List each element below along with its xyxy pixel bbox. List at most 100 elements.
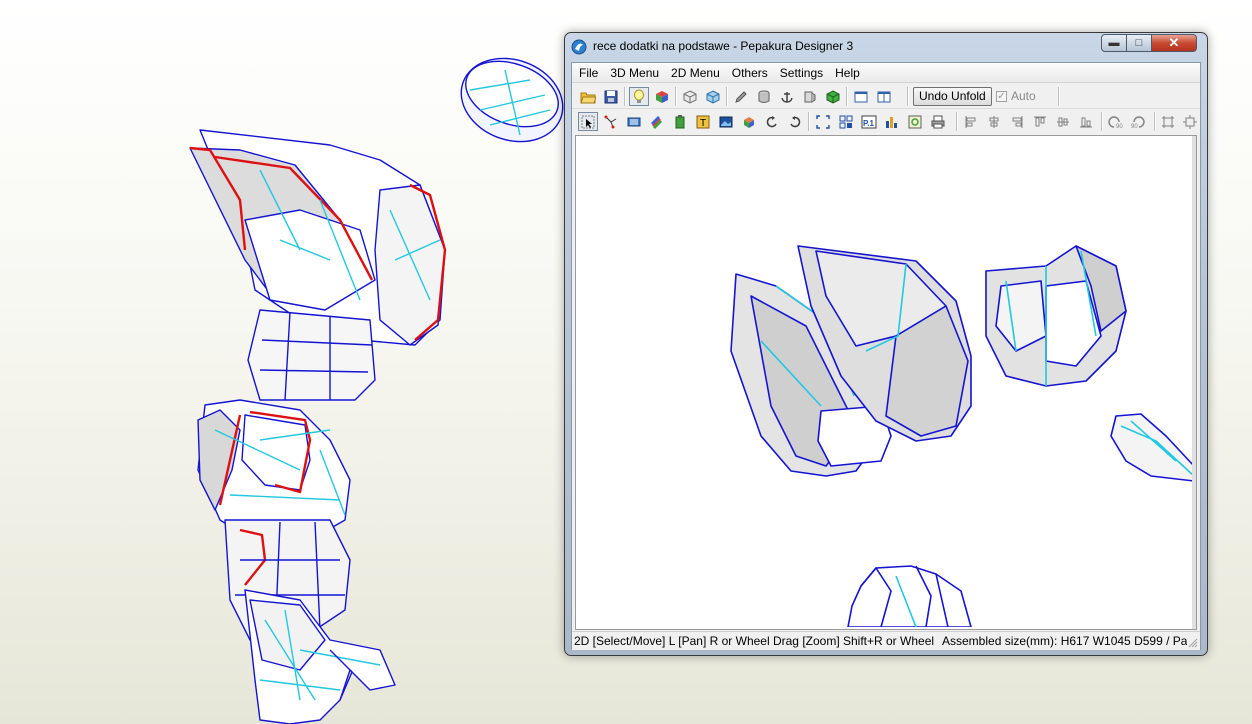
pepakura-app-icon (571, 39, 587, 55)
color-pencil-icon (651, 115, 662, 129)
undo-unfold-button[interactable]: Undo Unfold (913, 87, 992, 106)
flap-icon (804, 91, 816, 102)
maximize-icon: □ (1135, 37, 1143, 49)
pepakura-window: rece dodatki na podstawe - Pepakura Desi… (564, 32, 1208, 656)
align-middle-button[interactable] (1053, 112, 1073, 131)
svg-text:P.1: P.1 (863, 119, 875, 128)
color-pencil-tool[interactable] (647, 112, 667, 131)
maximize-button[interactable]: □ (1126, 34, 1152, 52)
fit-view-button[interactable] (813, 112, 833, 131)
svg-text:90: 90 (1116, 124, 1123, 129)
tile-button[interactable] (836, 112, 856, 131)
menu-3d[interactable]: 3D Menu (604, 64, 665, 82)
arm-model (189, 57, 564, 724)
rotate-90-ccw-button[interactable]: 90 (1106, 112, 1126, 131)
battery-tool[interactable] (670, 112, 690, 131)
align-top-icon (1034, 116, 1046, 126)
edge-join-tool[interactable] (601, 112, 621, 131)
cylinder-button[interactable] (754, 87, 774, 106)
align-right-button[interactable] (1007, 112, 1027, 131)
status-size-text: Assembled size(mm): H617 W1045 D599 / Pa… (942, 634, 1187, 648)
close-button[interactable]: ✕ (1151, 34, 1197, 52)
page-p1-icon: P.1 (861, 115, 877, 128)
stats-button[interactable] (882, 112, 902, 131)
flap-button[interactable] (800, 87, 820, 106)
page-button[interactable]: P.1 (859, 112, 879, 131)
close-icon: ✕ (1168, 35, 1180, 50)
tools-toolbar: T P.1 90 90 (572, 109, 1200, 134)
show-model-button[interactable] (680, 87, 700, 106)
pencil-edit-icon (735, 90, 747, 103)
anchor-button[interactable] (777, 87, 797, 106)
light-toggle-button[interactable] (629, 87, 649, 106)
rotate-cw-icon (790, 115, 801, 127)
menu-2d[interactable]: 2D Menu (665, 64, 726, 82)
show-texture-button[interactable] (703, 87, 723, 106)
menu-file[interactable]: File (573, 64, 604, 82)
save-button[interactable] (601, 87, 621, 106)
fit-view-icon (816, 114, 830, 129)
save-icon (604, 90, 618, 103)
rotate-90-cw-button[interactable]: 90 (1129, 112, 1149, 131)
menu-help[interactable]: Help (829, 64, 866, 82)
align-bottom-button[interactable] (1076, 112, 1096, 131)
move-part-tool[interactable] (739, 112, 759, 131)
text-tool[interactable]: T (693, 112, 713, 131)
align-center-icon (989, 115, 999, 128)
align-left-button[interactable] (961, 112, 981, 131)
green-cube-icon (826, 89, 840, 104)
auto-label: Auto (1011, 89, 1036, 103)
rotate-90-ccw-icon: 90 (1108, 115, 1123, 129)
select-move-tool[interactable] (578, 112, 598, 131)
rotate-ccw-tool[interactable] (762, 112, 782, 131)
flap-tool[interactable] (624, 112, 644, 131)
bar-chart-icon (886, 116, 897, 128)
text-tool-icon: T (696, 115, 710, 129)
rotate-cw-tool[interactable] (785, 112, 805, 131)
green-cube-button[interactable] (823, 87, 843, 106)
auto-checkbox-wrap: ✓ Auto (996, 89, 1036, 103)
align-top-button[interactable] (1030, 112, 1050, 131)
2d-unfold-view[interactable] (575, 135, 1197, 630)
align-bottom-icon (1080, 117, 1092, 127)
battery-icon (675, 114, 685, 128)
print-preview-button[interactable] (905, 112, 925, 131)
single-view-icon (854, 91, 868, 102)
dual-view-button[interactable] (874, 87, 894, 106)
parts-canvas (730, 245, 1195, 628)
title-bar[interactable]: rece dodatki na podstawe - Pepakura Desi… (565, 33, 1207, 61)
rotate-ccw-icon (766, 115, 777, 127)
status-mode-text: 2D [Select/Move] L [Pan] R or Wheel Drag… (574, 634, 935, 648)
tile-icon (839, 115, 853, 128)
window-title: rece dodatki na podstawe - Pepakura Desi… (593, 39, 854, 53)
align-left-icon (965, 115, 976, 128)
vertical-scrollbar[interactable] (1192, 136, 1196, 629)
auto-checkbox[interactable]: ✓ (996, 90, 1007, 102)
status-bar: 2D [Select/Move] L [Pan] R or Wheel Drag… (572, 631, 1200, 650)
single-view-button[interactable] (851, 87, 871, 106)
svg-text:90: 90 (1131, 124, 1138, 129)
move-part-icon (744, 116, 754, 128)
bounding-box-button[interactable] (1158, 112, 1178, 131)
open-button[interactable] (578, 87, 598, 106)
align-center-button[interactable] (984, 112, 1004, 131)
dual-view-icon (877, 91, 891, 102)
texture-toggle-button[interactable] (652, 87, 672, 106)
expand-box-button[interactable] (1180, 112, 1200, 131)
edit-edge-button[interactable] (731, 87, 751, 106)
image-tool-icon (719, 116, 733, 127)
minimize-button[interactable]: ▬ (1101, 34, 1127, 52)
menu-bar: File 3D Menu 2D Menu Others Settings Hel… (572, 63, 1200, 83)
edge-join-icon (604, 115, 617, 128)
minimize-icon: ▬ (1108, 37, 1120, 49)
resize-grip-icon[interactable] (1188, 638, 1198, 648)
print-button[interactable] (928, 112, 948, 131)
menu-settings[interactable]: Settings (774, 64, 829, 82)
lightbulb-icon (634, 89, 644, 103)
svg-text:T: T (700, 118, 706, 129)
cylinder-icon (758, 90, 770, 103)
menu-others[interactable]: Others (726, 64, 774, 82)
open-folder-icon (580, 92, 596, 103)
select-arrow-icon (581, 115, 595, 128)
image-tool[interactable] (716, 112, 736, 131)
